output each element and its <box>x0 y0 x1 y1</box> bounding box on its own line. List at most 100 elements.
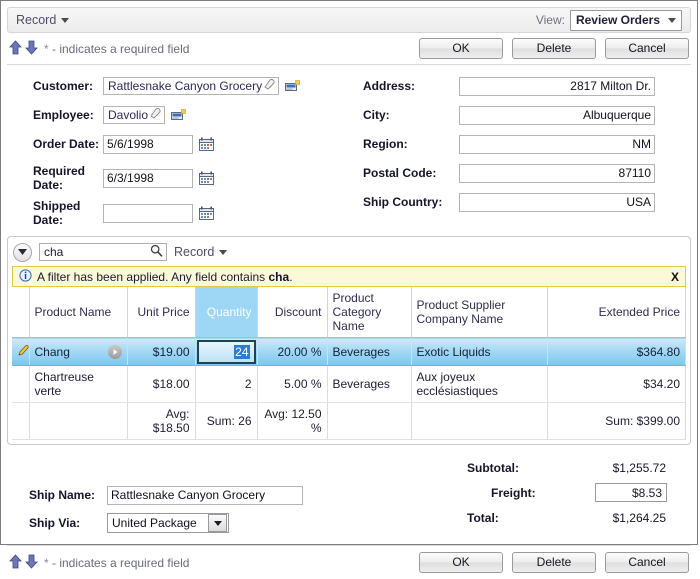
record-menu-grid[interactable]: Record <box>174 245 228 259</box>
customer-lookup[interactable]: Rattlesnake Canyon Grocery <box>103 77 280 95</box>
view-label: View: <box>535 13 565 27</box>
eraser-icon[interactable] <box>148 107 162 123</box>
row-handle[interactable] <box>12 365 30 403</box>
region-input[interactable]: NM <box>459 134 655 154</box>
cell-discount[interactable]: 5.00 % <box>257 365 328 403</box>
column-header-extended-price[interactable]: Extended Price <box>547 287 686 338</box>
arrow-up-icon[interactable] <box>9 39 22 58</box>
column-header-unit-price[interactable]: Unit Price <box>127 287 196 338</box>
employee-lookup[interactable]: Davolio <box>103 106 166 124</box>
column-header-product-supplier-company-name[interactable]: Product Supplier Company Name <box>411 287 548 338</box>
clear-filter-button[interactable]: X <box>671 270 679 284</box>
required-note-text: - indicates a required field <box>48 41 190 56</box>
cell-unit-price[interactable]: $18.00 <box>127 365 196 403</box>
total-row: Total: $1,264.25 <box>427 505 691 530</box>
cell-product-name[interactable]: Chartreuse verte <box>29 365 128 403</box>
freight-input[interactable]: $8.53 <box>595 483 667 502</box>
cell-quantity[interactable]: 24 <box>195 337 258 366</box>
employee-new-record-icon[interactable] <box>171 108 186 122</box>
cell-supplier[interactable]: Exotic Liquids <box>411 337 548 366</box>
delete-button-top[interactable]: Delete <box>512 38 596 59</box>
cell-quantity[interactable]: 2 <box>195 365 258 403</box>
chevron-down-icon[interactable] <box>208 514 227 532</box>
cell-unit-price[interactable]: $19.00 <box>127 337 196 366</box>
search-options-button[interactable] <box>13 242 32 262</box>
arrow-up-icon[interactable] <box>9 553 22 572</box>
freight-label: Freight: <box>491 485 536 500</box>
column-header-product-name[interactable]: Product Name <box>29 287 128 338</box>
grid-search-input[interactable]: cha <box>39 243 167 261</box>
field-row-address: Address: 2817 Milton Dr. <box>355 73 691 99</box>
aggregate-discount: Avg: 12.50 % <box>257 402 328 440</box>
aggregate-supplier <box>411 402 548 440</box>
order-details-table: Product Name Unit Price Quantity Discoun… <box>12 287 686 440</box>
eraser-icon[interactable] <box>262 78 276 94</box>
cell-category[interactable]: Beverages <box>327 337 412 366</box>
postal-code-input[interactable]: 87110 <box>459 163 655 183</box>
field-row-customer: Customer: Rattlesnake Canyon Grocery <box>7 73 355 99</box>
calendar-icon[interactable] <box>199 171 214 185</box>
cell-extended-price[interactable]: $364.80 <box>547 337 686 366</box>
calendar-icon[interactable] <box>199 206 214 220</box>
cell-supplier[interactable]: Aux joyeux ecclésiastiques <box>411 365 548 403</box>
footer-totals: Subtotal: $1,255.72 Freight: $8.53 Total… <box>427 455 691 537</box>
column-header-product-category-name[interactable]: Product Category Name <box>327 287 412 338</box>
cell-category[interactable]: Beverages <box>327 365 412 403</box>
view-selector-value: Review Orders <box>575 13 660 27</box>
city-input[interactable]: Albuquerque <box>459 105 655 125</box>
record-menu-top[interactable]: Record <box>16 13 70 27</box>
cancel-button-bottom[interactable]: Cancel <box>605 552 689 573</box>
order-edit-page: Record View: Review Orders * - indicates… <box>0 0 698 573</box>
ship-country-label: Ship Country: <box>363 195 443 209</box>
search-icon[interactable] <box>150 244 163 260</box>
view-selector[interactable]: Review Orders <box>569 9 682 31</box>
address-label: Address: <box>363 79 416 93</box>
customer-new-record-icon[interactable] <box>285 79 301 93</box>
footer-left: Ship Name: Rattlesnake Canyon Grocery Sh… <box>7 455 427 537</box>
cell-extended-price[interactable]: $34.20 <box>547 365 686 403</box>
field-row-ship-via: Ship Via: United Package <box>7 509 427 537</box>
go-to-record-icon[interactable] <box>107 344 122 359</box>
ship-name-input[interactable]: Rattlesnake Canyon Grocery <box>107 485 303 505</box>
cancel-button-top[interactable]: Cancel <box>605 38 689 59</box>
ship-via-value: United Package <box>112 516 197 530</box>
order-date-label: Order Date: <box>33 137 100 151</box>
aggregate-product-name <box>29 402 128 440</box>
cell-product-name[interactable]: Chang <box>29 337 128 366</box>
calendar-icon[interactable] <box>199 137 214 151</box>
grid-search-value: cha <box>44 245 64 259</box>
table-row[interactable]: Chang $19.00 24 20.00 % Beverages Exotic… <box>12 337 686 366</box>
shipped-date-input[interactable] <box>103 203 193 223</box>
subtotal-label: Subtotal: <box>467 460 519 475</box>
ship-via-select[interactable]: United Package <box>107 513 229 533</box>
field-row-shipped-date: Shipped Date: <box>7 199 355 227</box>
table-row[interactable]: Chartreuse verte $18.00 2 5.00 % Beverag… <box>12 365 686 403</box>
ship-via-label: Ship Via: <box>29 516 81 530</box>
delete-button-bottom[interactable]: Delete <box>512 552 596 573</box>
ok-button-bottom[interactable]: OK <box>419 552 503 573</box>
total-value: $1,264.25 <box>612 510 666 525</box>
field-row-city: City: Albuquerque <box>355 102 691 128</box>
shipped-date-label: Shipped Date: <box>33 199 81 227</box>
order-date-input[interactable]: 5/6/1998 <box>103 134 193 154</box>
address-input[interactable]: 2817 Milton Dr. <box>459 76 655 96</box>
employee-label: Employee: <box>33 108 94 122</box>
aggregate-unit-price: Avg: $18.50 <box>127 402 196 440</box>
aggregate-handle <box>12 402 30 440</box>
subtotal-row: Subtotal: $1,255.72 <box>427 455 691 480</box>
filter-term: cha <box>268 269 290 284</box>
cell-discount[interactable]: 20.00 % <box>257 337 328 366</box>
action-buttons-bottom: OK Delete Cancel <box>419 552 689 573</box>
quantity-editor[interactable]: 24 <box>196 339 256 364</box>
column-header-discount[interactable]: Discount <box>257 287 328 338</box>
column-header-quantity[interactable]: Quantity <box>195 287 258 338</box>
arrow-down-icon[interactable] <box>25 554 38 572</box>
ok-button-top[interactable]: OK <box>419 38 503 59</box>
aggregate-quantity: Sum: 26 <box>195 402 258 440</box>
form-column-left: Customer: Rattlesnake Canyon Grocery Emp… <box>7 73 355 230</box>
required-date-input[interactable]: 6/3/1998 <box>103 168 193 188</box>
arrow-down-icon[interactable] <box>25 40 38 58</box>
row-edit-handle[interactable] <box>12 337 30 366</box>
order-form: Customer: Rattlesnake Canyon Grocery Emp… <box>7 73 691 230</box>
ship-country-input[interactable]: USA <box>459 192 655 212</box>
